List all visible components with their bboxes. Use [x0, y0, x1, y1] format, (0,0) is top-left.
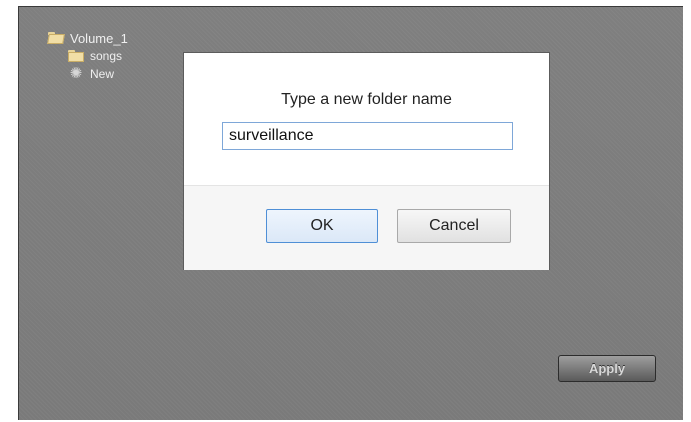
- folder-open-icon: [48, 32, 64, 44]
- tree-item-songs[interactable]: songs: [68, 48, 122, 64]
- tree-item-label: Volume_1: [70, 30, 128, 46]
- folder-name-input[interactable]: [222, 122, 513, 150]
- apply-button[interactable]: Apply: [558, 355, 656, 382]
- tree-item-label: songs: [90, 49, 123, 63]
- cancel-button[interactable]: Cancel: [397, 209, 511, 243]
- ok-button[interactable]: OK: [266, 209, 378, 243]
- folder-icon: [68, 50, 84, 62]
- tree-item-volume-1[interactable]: Volume_1: [48, 30, 128, 46]
- dialog-title: Type a new folder name: [281, 91, 452, 108]
- tree-item-new[interactable]: ✺ New: [68, 66, 114, 82]
- dialog-body: [184, 53, 549, 185]
- tree-item-label: New: [90, 67, 115, 81]
- new-folder-dialog: Type a new folder name OK Cancel: [183, 52, 550, 270]
- loading-spinner-icon: ✺: [69, 65, 83, 82]
